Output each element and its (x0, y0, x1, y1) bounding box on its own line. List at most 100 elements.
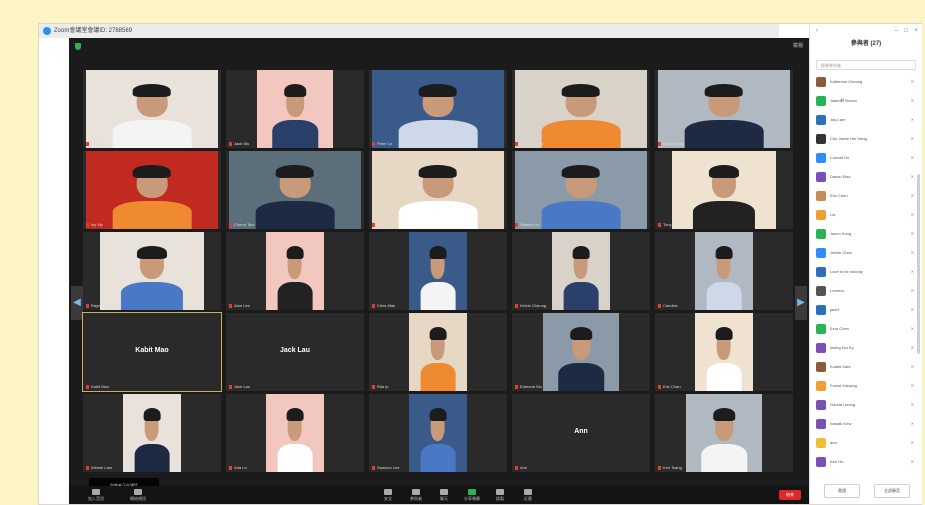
avatar (816, 96, 826, 106)
participant-list-item[interactable]: Jerlick Chan ✕ (816, 247, 916, 259)
participant-list-item[interactable]: Lia ✕ (816, 209, 916, 221)
mic-muted-icon: ✕ (910, 193, 914, 198)
video-tile[interactable]: Samson Lee (369, 394, 507, 472)
participant-shoulders (277, 282, 313, 310)
video-tile[interactable]: Ivy Yip (83, 151, 221, 229)
participant-name-text: Dicky Wong (663, 141, 685, 146)
participant-shoulders (692, 201, 756, 229)
video-tile[interactable]: Kelvin Cheung (512, 232, 650, 310)
toolbar-button-chat[interactable]: 聊天 (431, 489, 457, 502)
participant-figure (255, 163, 335, 229)
participant-list-item[interactable]: Ken Ho ✕ (816, 456, 916, 468)
mic-muted-icon (372, 303, 375, 308)
participant-list-item[interactable]: Katherine Cheung ✕ (816, 76, 916, 88)
maximize-icon[interactable]: □ (904, 28, 908, 34)
video-tile[interactable]: Edmond Siu (512, 313, 650, 391)
participant-list-item[interactable]: Ganria Lieong ✕ (816, 399, 916, 411)
video-tile[interactable]: Jack Wu (226, 70, 364, 148)
mic-muted-icon: ✕ (910, 155, 914, 160)
panel-scrollbar[interactable] (917, 174, 920, 354)
participant-list-item[interactable]: Lorenzo ✕ (816, 285, 916, 297)
participant-name-text: Chris Mak (377, 303, 396, 308)
invite-button[interactable]: 邀請 (824, 484, 860, 498)
video-tile[interactable]: Eric Chan (655, 313, 793, 391)
participant-hair (143, 407, 161, 421)
participant-list-item[interactable]: ann ✕ (816, 437, 916, 449)
video-tile[interactable]: Peter Lo (369, 70, 507, 148)
mic-muted-icon (229, 222, 232, 227)
participant-list-item[interactable]: Iwang Hui Ky ✕ (816, 342, 916, 354)
video-tile[interactable]: Kabit Mao Kabit Mao (82, 312, 222, 392)
video-tile[interactable]: Rita Ip (369, 313, 507, 391)
toolbar-button-video-camera[interactable]: 開始視訊 (125, 489, 151, 502)
participant-figure (420, 325, 456, 391)
zoom-logo-icon (43, 27, 51, 35)
participant-name-label: Samson Lee (372, 465, 399, 470)
mic-muted-icon: ✕ (910, 459, 914, 464)
participant-figure (112, 163, 192, 229)
participant-figure (558, 325, 604, 391)
participant-name-text: Ann (520, 465, 528, 470)
toolbar-button-share-screen[interactable]: 分享螢幕 (459, 489, 485, 502)
avatar (816, 438, 826, 448)
minimize-icon[interactable]: – (895, 28, 898, 34)
view-button[interactable]: 檢視 (793, 42, 803, 49)
toolbar-button-microphone[interactable]: 加入音訊 (83, 489, 109, 502)
toolbar-button-label: 參與者 (410, 496, 422, 501)
toolbar-button-reactions[interactable]: 反應 (515, 489, 541, 502)
avatar (816, 362, 826, 372)
toolbar-button-participants[interactable]: 參與者 (403, 489, 429, 502)
participant-name-large: Jack Lau (280, 347, 310, 355)
toolbar-button-security[interactable]: 安全 (375, 489, 401, 502)
video-tile[interactable]: Calvin Lau (369, 151, 507, 229)
participant-list-item[interactable]: jack3 ✕ (816, 304, 916, 316)
title-bar: Zoom會議室會議ID: 2788569 (39, 24, 779, 38)
end-meeting-button[interactable]: 結束 (779, 490, 801, 500)
participant-list-item[interactable]: Eric Chen ✕ (816, 190, 916, 202)
participant-list-item[interactable]: Jaq Lam ✕ (816, 114, 916, 126)
participant-list-item[interactable]: Forest Kaisang ✕ (816, 380, 916, 392)
participant-list-item[interactable]: Conrad Ho ✕ (816, 152, 916, 164)
participant-video (695, 232, 753, 310)
close-icon[interactable]: × (914, 28, 918, 34)
security-shield-icon[interactable] (75, 43, 81, 50)
video-tile[interactable]: Cherry Tam (226, 151, 364, 229)
participant-list-item[interactable]: Ezra Chen ✕ (816, 323, 916, 335)
participant-hair (419, 164, 457, 178)
prev-page-arrow-icon[interactable]: ◀ (71, 286, 83, 320)
mute-all-button[interactable]: 全部靜音 (874, 484, 910, 498)
participant-list-name: jack3 (830, 307, 840, 312)
participant-list-item[interactable]: Ivasaki Kew ✕ (816, 418, 916, 430)
video-tile[interactable]: Dicky Wong (655, 70, 793, 148)
video-tile[interactable]: Alan Lee (226, 232, 364, 310)
panel-collapse-icon[interactable]: ‹ (816, 28, 818, 34)
toolbar-button-record[interactable]: 錄製 (487, 489, 513, 502)
participant-video (515, 70, 647, 148)
video-tile[interactable]: Raymond Chu (83, 232, 221, 310)
participant-list-item[interactable]: Kuatai Kate ✕ (816, 361, 916, 373)
video-tile[interactable]: Winnie Lam (83, 394, 221, 472)
participant-list-item[interactable]: Jasen軒Vinson ✕ (816, 95, 916, 107)
video-tile[interactable]: Ken Tsang (655, 394, 793, 472)
panel-title: 參與者 (27) (850, 41, 882, 47)
video-tile[interactable]: Ada Lo (226, 394, 364, 472)
video-tile[interactable]: Tony Ma (655, 151, 793, 229)
participant-list-name: Kuatai Kate (830, 364, 851, 369)
video-tile[interactable]: Johnny Chan (512, 70, 650, 148)
video-tile[interactable]: Jack Lau Jack Lau (226, 313, 364, 391)
mic-muted-icon (372, 465, 375, 470)
next-page-arrow-icon[interactable]: ▶ (795, 286, 807, 320)
video-tile[interactable]: Kent Ng (83, 70, 221, 148)
participant-list-item[interactable]: Chu Jamie Hin Hang ✕ (816, 133, 916, 145)
video-tile[interactable]: Stanley Ho (512, 151, 650, 229)
participant-figure (684, 82, 764, 148)
participant-name-text: Raymond Chu (91, 303, 117, 308)
participant-name-label: Chris Mak (372, 303, 395, 308)
participant-list-item[interactable]: Love to be nobody ✕ (816, 266, 916, 278)
participant-search-input[interactable]: 搜尋參與者 (816, 60, 916, 70)
video-tile[interactable]: Candice (655, 232, 793, 310)
participant-list-item[interactable]: Dason Siao ✕ (816, 171, 916, 183)
video-tile[interactable]: Chris Mak (369, 232, 507, 310)
video-tile[interactable]: Ann Ann (512, 394, 650, 472)
participant-list-item[interactable]: Jason Kung ✕ (816, 228, 916, 240)
